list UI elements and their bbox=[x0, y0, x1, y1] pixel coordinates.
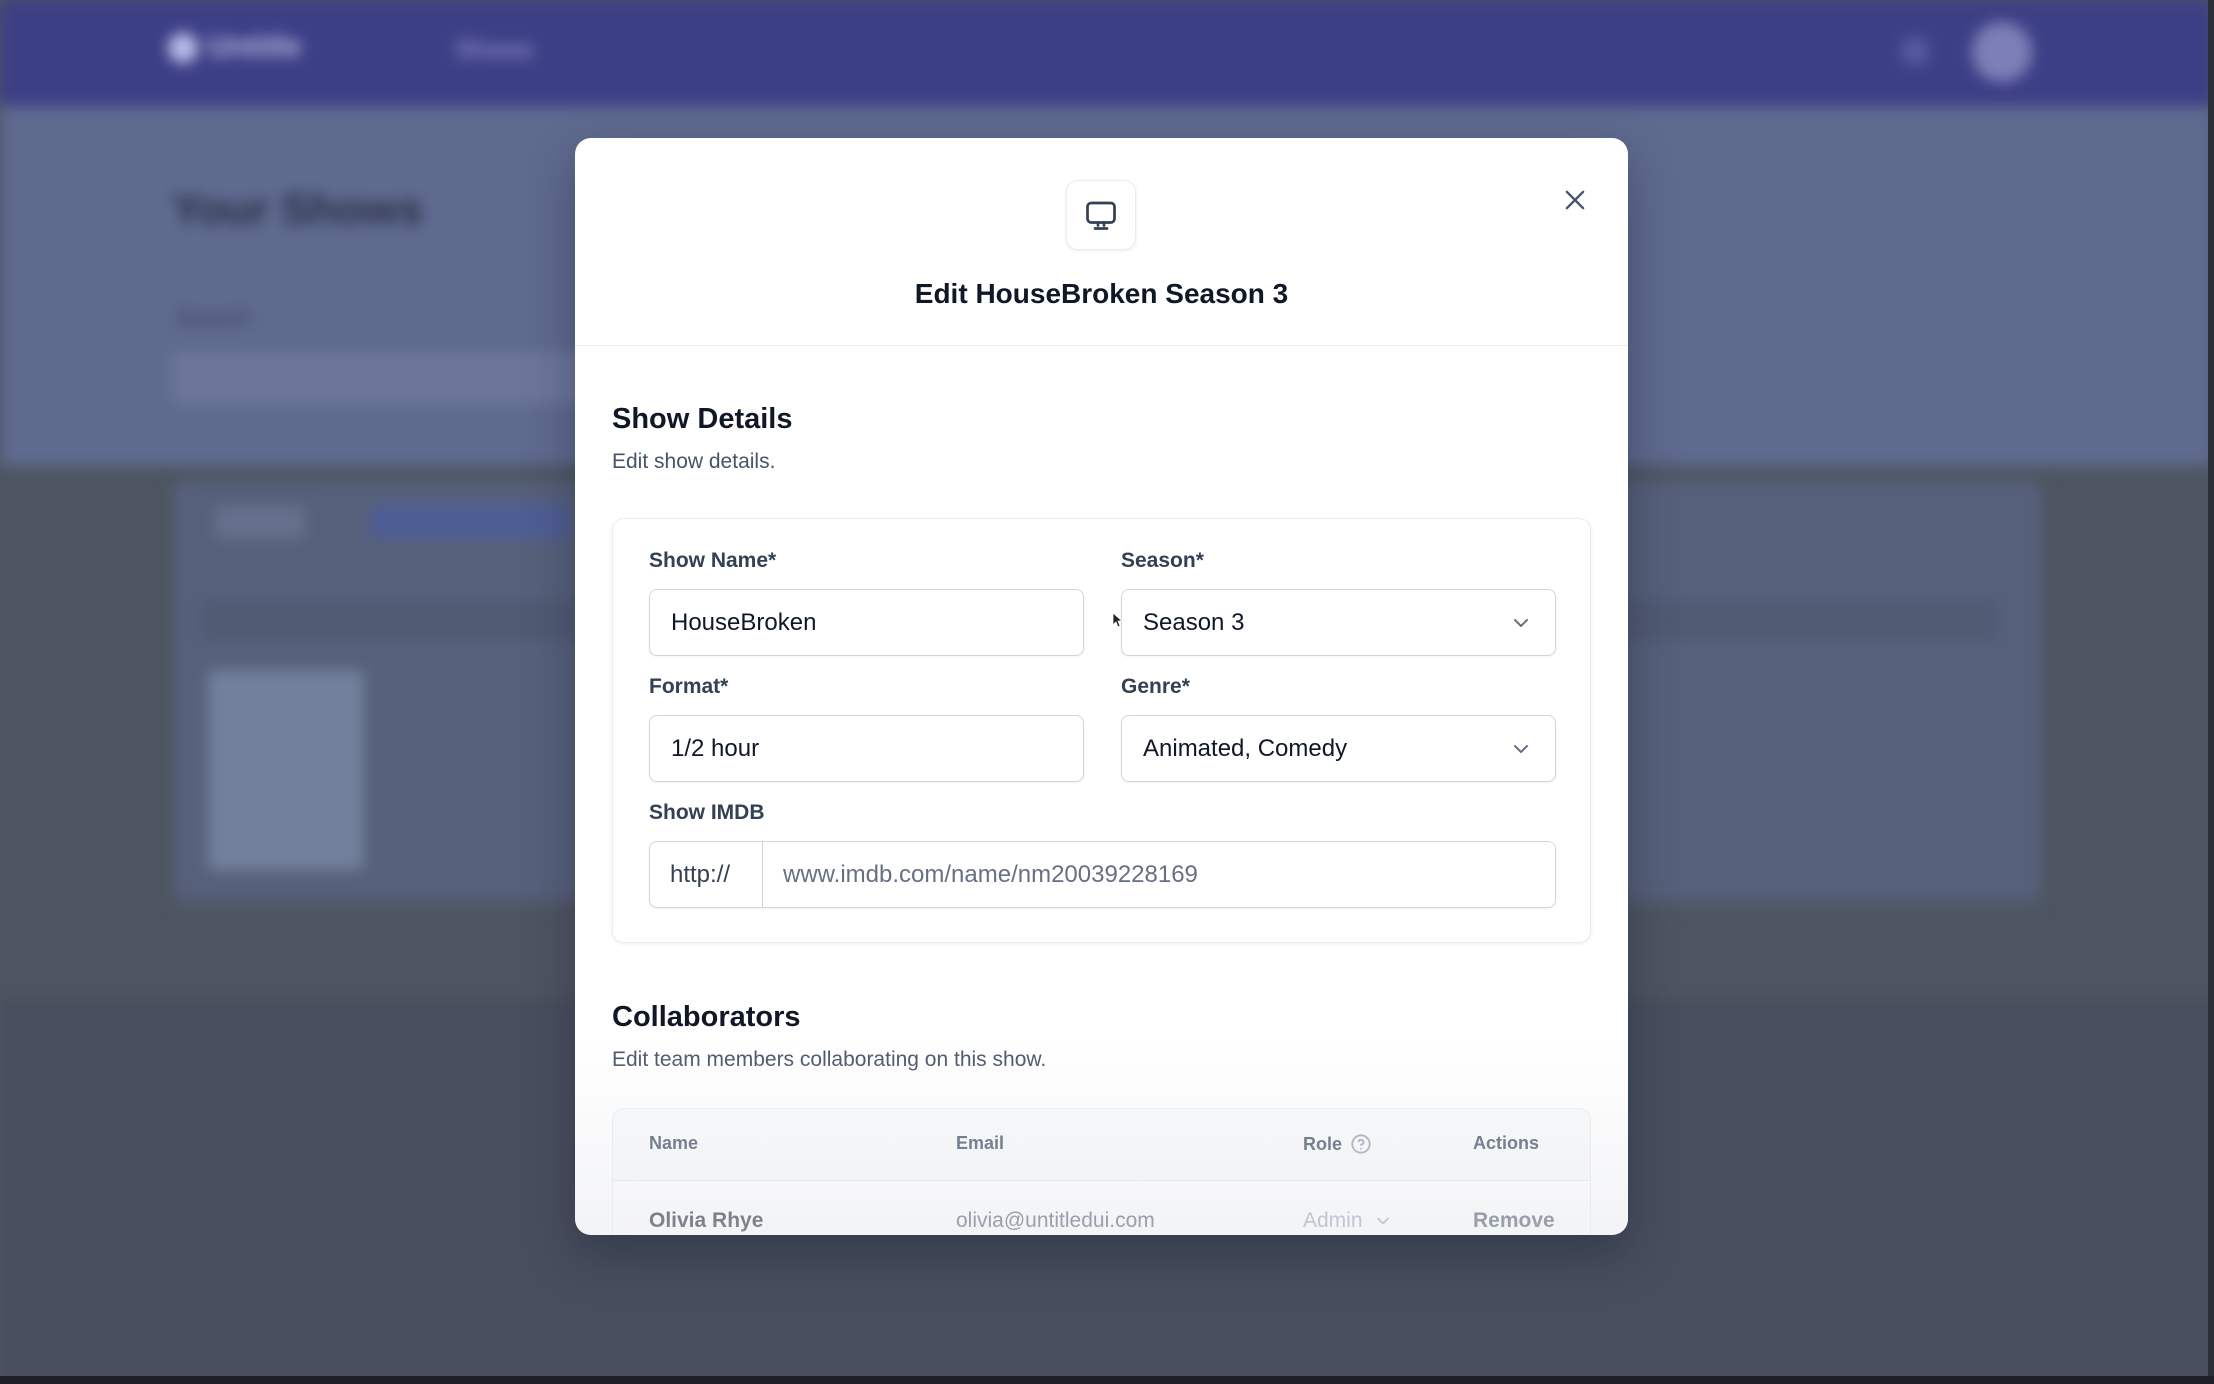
table-header: Name Email Role Actions bbox=[613, 1109, 1590, 1181]
imdb-label: Show IMDB bbox=[649, 801, 765, 824]
screen-baseline bbox=[0, 1376, 2214, 1384]
season-label: Season* bbox=[1121, 549, 1204, 572]
tv-icon bbox=[1066, 180, 1136, 250]
format-value: 1/2 hour bbox=[671, 734, 760, 762]
chevron-down-icon bbox=[1376, 1217, 1389, 1225]
column-header-email: Email bbox=[956, 1133, 1005, 1153]
genre-select[interactable]: Animated, Comedy bbox=[1121, 715, 1556, 782]
edit-show-modal: Edit HouseBroken Season 3 Show Details E… bbox=[575, 138, 1628, 1235]
remove-button[interactable]: Remove bbox=[1473, 1209, 1555, 1233]
panel-tab-secondary bbox=[370, 505, 570, 539]
show-name-value: HouseBroken bbox=[671, 608, 817, 636]
role-value: Admin bbox=[1303, 1209, 1363, 1232]
column-header-name: Name bbox=[649, 1133, 699, 1153]
format-label: Format* bbox=[649, 675, 729, 698]
notification-icon bbox=[1902, 38, 1928, 64]
season-value: Season 3 bbox=[1143, 608, 1245, 636]
app-logo: Untitle bbox=[168, 30, 338, 70]
role-select[interactable]: Admin bbox=[1303, 1209, 1393, 1233]
section-subtitle-collaborators: Edit team members collaborating on this … bbox=[612, 1048, 1047, 1071]
section-subtitle-show-details: Edit show details. bbox=[612, 450, 776, 473]
modal-header: Edit HouseBroken Season 3 bbox=[575, 138, 1628, 346]
mouse-cursor-icon bbox=[1112, 612, 1122, 628]
close-button[interactable] bbox=[1553, 178, 1597, 222]
screen-edge bbox=[2208, 0, 2214, 1384]
chevron-down-icon bbox=[1514, 744, 1528, 753]
search-input bbox=[172, 352, 592, 404]
modal-title: Edit HouseBroken Season 3 bbox=[914, 278, 1289, 309]
collaborators-table: Name Email Role Actions Olivia Rhye oliv… bbox=[612, 1108, 1591, 1235]
user-avatar bbox=[1972, 22, 2032, 82]
imdb-url-input[interactable] bbox=[763, 842, 1555, 907]
imdb-url-field: http:// bbox=[649, 841, 1556, 908]
close-icon bbox=[1565, 190, 1585, 210]
collaborator-email: olivia@untitledui.com bbox=[956, 1209, 1155, 1232]
format-input[interactable]: 1/2 hour bbox=[649, 715, 1084, 782]
show-name-input[interactable]: HouseBroken bbox=[649, 589, 1084, 656]
column-header-role: Role bbox=[1303, 1133, 1372, 1155]
nav-item-shows: Shows bbox=[455, 34, 534, 64]
help-circle-icon[interactable] bbox=[1350, 1133, 1372, 1155]
show-thumbnail bbox=[208, 670, 364, 870]
section-title-show-details: Show Details bbox=[612, 403, 793, 435]
page-title: Your Shows bbox=[172, 185, 423, 234]
panel-tab bbox=[215, 505, 305, 539]
url-prefix: http:// bbox=[650, 842, 763, 907]
genre-value: Animated, Comedy bbox=[1143, 734, 1348, 762]
show-name-label: Show Name* bbox=[649, 549, 777, 572]
genre-label: Genre* bbox=[1121, 675, 1190, 698]
collaborator-name: Olivia Rhye bbox=[649, 1209, 764, 1232]
chevron-down-icon bbox=[1514, 618, 1528, 627]
section-title-collaborators: Collaborators bbox=[612, 1001, 801, 1033]
logo-mark-icon bbox=[168, 33, 198, 64]
column-header-actions: Actions bbox=[1473, 1133, 1540, 1153]
search-label: Search bbox=[175, 305, 252, 332]
season-select[interactable]: Season 3 bbox=[1121, 589, 1556, 656]
show-details-card: Show Name* HouseBroken Season* Season 3 … bbox=[612, 518, 1591, 943]
